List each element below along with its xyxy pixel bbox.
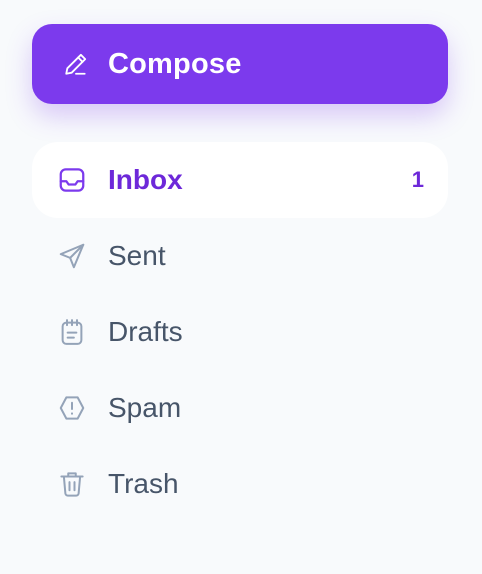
alert-octagon-icon: [56, 392, 88, 424]
trash-icon: [56, 468, 88, 500]
unread-badge: 1: [411, 167, 424, 192]
pencil-icon: [62, 50, 90, 78]
compose-label: Compose: [108, 47, 242, 80]
nav-item-label: Trash: [108, 468, 179, 499]
nav-item-label: Sent: [108, 240, 166, 271]
nav-item-spam[interactable]: Spam: [32, 370, 448, 446]
nav-item-drafts[interactable]: Drafts: [32, 294, 448, 370]
nav-item-inbox[interactable]: Inbox 1: [32, 142, 448, 218]
nav-item-label: Inbox: [108, 164, 183, 195]
send-icon: [56, 240, 88, 272]
folder-nav: Inbox 1 Sent Drafts Spam Trash: [32, 142, 448, 522]
nav-item-sent[interactable]: Sent: [32, 218, 448, 294]
nav-item-trash[interactable]: Trash: [32, 446, 448, 522]
compose-button[interactable]: Compose: [32, 24, 448, 104]
nav-item-label: Spam: [108, 392, 182, 423]
mail-sidebar: Compose Inbox 1 Sent Drafts Spam Trash: [0, 0, 482, 574]
inbox-icon: [56, 164, 88, 196]
drafts-icon: [56, 316, 88, 348]
nav-item-label: Drafts: [108, 316, 183, 347]
